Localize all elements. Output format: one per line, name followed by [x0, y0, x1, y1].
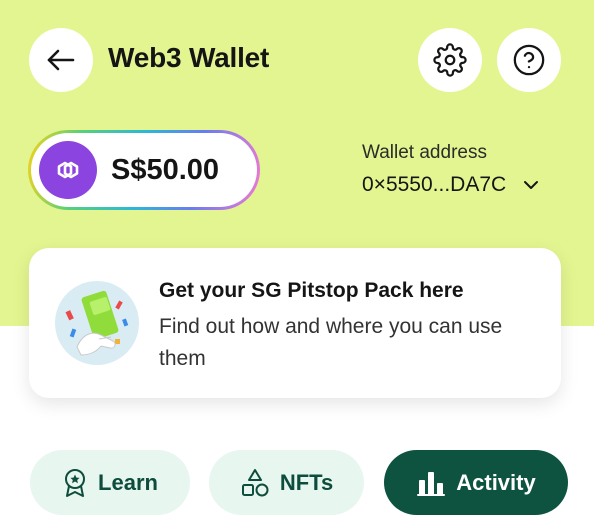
- gear-icon: [433, 43, 467, 77]
- polygon-token-icon: [39, 141, 97, 199]
- shapes-icon: [240, 468, 270, 498]
- promo-description: Find out how and where you can use them: [159, 315, 503, 370]
- page-title: Web3 Wallet: [108, 42, 270, 73]
- help-button[interactable]: [497, 28, 561, 92]
- wallet-address-label: Wallet address: [362, 142, 487, 163]
- back-arrow-icon: [45, 44, 77, 76]
- back-button[interactable]: [29, 28, 93, 92]
- promo-title: Get your SG Pitstop Pack here: [159, 279, 464, 302]
- wallet-address-dropdown[interactable]: 0×5550...DA7C: [362, 173, 540, 197]
- tab-learn-label: Learn: [98, 469, 158, 495]
- help-icon: [512, 43, 546, 77]
- balance-pill: S$50.00: [28, 130, 260, 210]
- wallet-address-value: 0×5550...DA7C: [362, 173, 507, 196]
- promo-card[interactable]: Get your SG Pitstop Pack here Find out h…: [29, 248, 561, 398]
- tab-nfts[interactable]: NFTs: [209, 450, 364, 515]
- tab-activity-label: Activity: [456, 469, 536, 495]
- tab-learn[interactable]: Learn: [30, 450, 190, 515]
- tab-activity[interactable]: Activity: [384, 450, 568, 515]
- chevron-down-icon: [522, 179, 540, 191]
- bar-chart-icon: [416, 469, 446, 497]
- pitstop-pack-illustration: [55, 281, 139, 365]
- tab-nfts-label: NFTs: [279, 469, 334, 495]
- balance-amount: S$50.00: [111, 153, 220, 186]
- settings-button[interactable]: [418, 28, 482, 92]
- award-icon: [62, 468, 88, 498]
